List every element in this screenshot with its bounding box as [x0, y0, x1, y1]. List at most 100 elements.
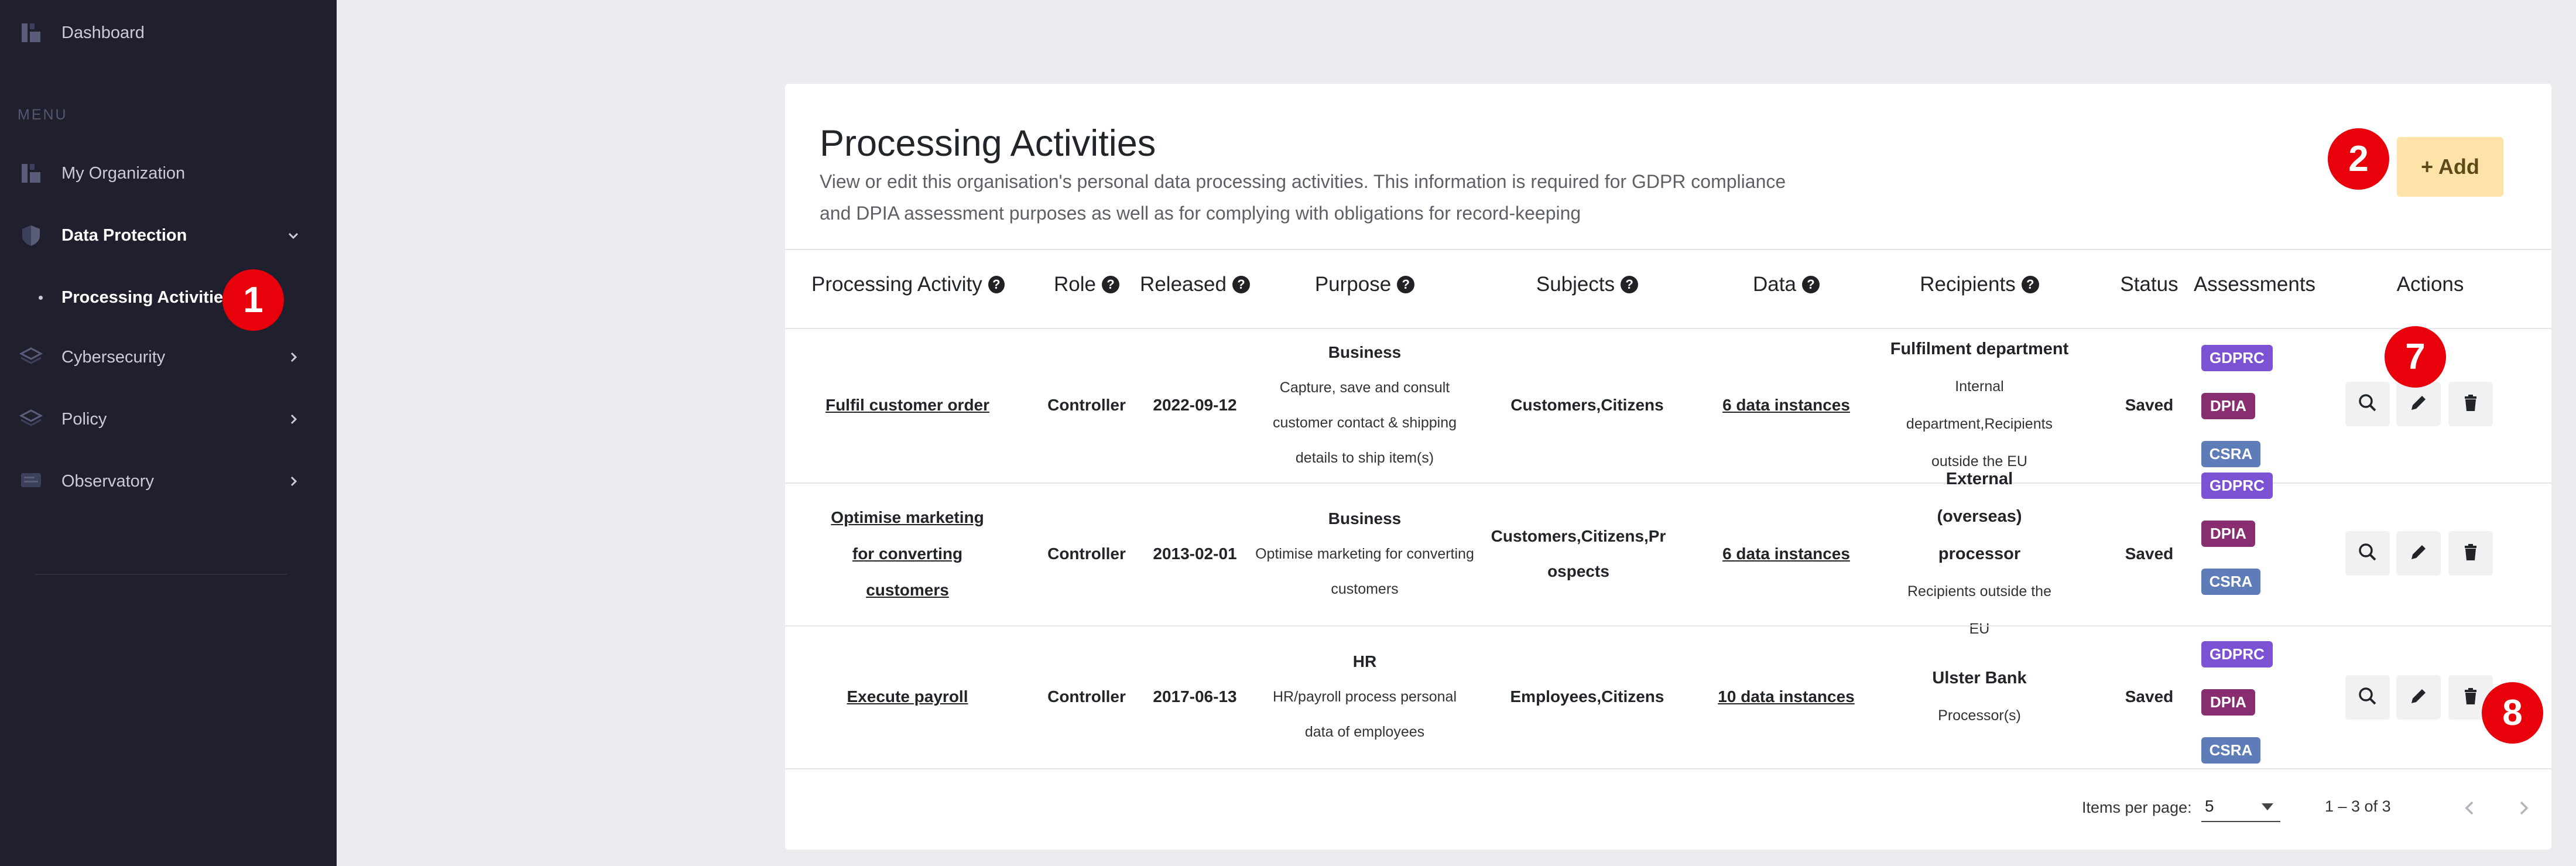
edit-button[interactable] — [2396, 531, 2441, 576]
chevron-right-icon[interactable] — [286, 474, 301, 489]
step-badge-7: 7 — [2385, 326, 2446, 388]
subjects-cell: Customers,Citizens,Prospects — [1488, 482, 1669, 625]
purpose-title: Business — [1328, 509, 1402, 528]
edit-button[interactable] — [2396, 382, 2441, 426]
sidebar-item-policy[interactable]: Policy — [0, 396, 337, 443]
sidebar-item-data-protection[interactable]: Data Protection — [0, 212, 337, 259]
sidebar-item-my-organization[interactable]: My Organization — [0, 150, 337, 197]
subjects-cell: Employees,Citizens — [1476, 625, 1698, 768]
sidebar-item-label: My Organization — [61, 163, 186, 183]
view-button[interactable] — [2345, 382, 2390, 426]
chevron-right-icon[interactable] — [286, 350, 301, 365]
chevron-right-icon[interactable] — [286, 412, 301, 427]
role-value: Controller — [1047, 396, 1126, 414]
column-header-label: Role — [1054, 273, 1096, 296]
released-cell: 2022-09-12 — [1136, 328, 1253, 482]
assessment-dpia-tag[interactable]: DPIA — [2201, 521, 2255, 547]
view-button[interactable] — [2345, 531, 2390, 576]
column-header-role: Role? — [1037, 264, 1136, 305]
recipients-title: Fulfilment department — [1890, 340, 2069, 358]
sidebar-item-observatory[interactable]: Observatory — [0, 458, 337, 505]
assessment-csra-tag[interactable]: CSRA — [2201, 441, 2260, 467]
released-value: 2017-06-13 — [1153, 687, 1237, 706]
add-button[interactable]: + Add — [2397, 137, 2503, 197]
view-button[interactable] — [2345, 675, 2390, 720]
help-icon[interactable]: ? — [1397, 276, 1415, 293]
column-header-recipients: Recipients? — [1874, 264, 2085, 305]
previous-page-button[interactable] — [2455, 795, 2485, 824]
sidebar-item-dashboard[interactable]: Dashboard — [0, 9, 337, 56]
activity-link[interactable]: Optimise marketing for converting custom… — [820, 499, 995, 608]
assessment-csra-tag[interactable]: CSRA — [2201, 569, 2260, 595]
assessment-gdprc-tag[interactable]: GDPRC — [2201, 641, 2273, 668]
status-value: Saved — [2125, 545, 2174, 563]
column-header-label: Recipients — [1920, 273, 2016, 296]
help-icon[interactable]: ? — [1801, 276, 1820, 293]
edit-button[interactable] — [2396, 675, 2441, 720]
status-value: Saved — [2125, 687, 2174, 706]
role-value: Controller — [1047, 687, 1126, 706]
pencil-icon — [2408, 542, 2429, 566]
subjects-value: Employees,Citizens — [1510, 687, 1664, 706]
sidebar-item-label: Policy — [61, 409, 107, 429]
released-value: 2022-09-12 — [1153, 396, 1237, 414]
items-per-page-label: Items per page: — [2082, 799, 2192, 816]
activity-cell: Execute payroll — [820, 625, 995, 768]
help-icon[interactable]: ? — [1621, 276, 1639, 293]
column-header-label: Status — [2120, 273, 2178, 296]
help-icon[interactable]: ? — [988, 276, 1005, 293]
released-cell: 2013-02-01 — [1136, 482, 1253, 625]
chevron-right-icon — [2515, 799, 2532, 820]
items-per-page-value: 5 — [2205, 797, 2214, 815]
purpose-cell: HR HR/payroll process personal data of em… — [1265, 625, 1464, 768]
assessment-gdprc-tag[interactable]: GDPRC — [2201, 345, 2273, 371]
step-badge-2: 2 — [2328, 128, 2389, 190]
purpose-description: Optimise marketing for converting custom… — [1255, 546, 1474, 597]
activity-cell: Optimise marketing for converting custom… — [820, 482, 995, 625]
assessment-csra-tag[interactable]: CSRA — [2201, 737, 2260, 764]
delete-button[interactable] — [2448, 382, 2493, 426]
step-badge-8: 8 — [2482, 682, 2543, 744]
sidebar-subitem-processing-activities[interactable]: Processing Activities — [0, 274, 337, 321]
role-cell: Controller — [1037, 482, 1136, 625]
delete-button[interactable] — [2448, 531, 2493, 576]
purpose-title: Business — [1328, 343, 1402, 361]
recipients-cell: Ulster Bank Processor(s) — [1886, 625, 2073, 768]
purpose-title: HR — [1352, 652, 1377, 670]
assessment-dpia-tag[interactable]: DPIA — [2201, 689, 2255, 716]
column-header-actions: Actions — [2342, 264, 2518, 305]
pencil-icon — [2408, 686, 2429, 710]
column-header-processing-activity: Processing Activity? — [811, 264, 1005, 305]
next-page-button[interactable] — [2509, 795, 2538, 824]
chevron-down-icon[interactable] — [286, 228, 301, 243]
data-instances-link[interactable]: 6 data instances — [1722, 387, 1850, 423]
column-header-label: Purpose — [1314, 273, 1392, 296]
sidebar-item-cybersecurity[interactable]: Cybersecurity — [0, 334, 337, 381]
trash-icon — [2460, 686, 2481, 710]
help-icon[interactable]: ? — [2021, 276, 2039, 293]
purpose-description: Capture, save and consult customer conta… — [1272, 379, 1457, 466]
column-header-label: Data — [1753, 273, 1796, 296]
sidebar-item-label: Cybersecurity — [61, 347, 166, 367]
assessment-dpia-tag[interactable]: DPIA — [2201, 393, 2255, 419]
sidebar-item-label: Dashboard — [61, 23, 145, 42]
status-cell: Saved — [2108, 625, 2190, 768]
page-title: Processing Activities — [820, 123, 1156, 164]
help-icon[interactable]: ? — [1101, 276, 1119, 293]
purpose-cell: Business Capture, save and consult custom… — [1265, 328, 1464, 482]
activity-link[interactable]: Fulfil customer order — [825, 387, 989, 423]
bullet-icon — [39, 295, 43, 300]
activity-cell: Fulfil customer order — [820, 328, 995, 482]
data-instances-link[interactable]: 10 data instances — [1718, 679, 1854, 715]
items-per-page-select[interactable]: 5 — [2201, 792, 2280, 822]
assessment-gdprc-tag[interactable]: GDPRC — [2201, 473, 2273, 499]
search-icon — [2357, 542, 2378, 566]
recipients-description: Processor(s) — [1938, 707, 2021, 724]
column-header-label: Actions — [2396, 273, 2464, 296]
trash-icon — [2460, 542, 2481, 566]
divider — [785, 249, 2551, 250]
activity-link[interactable]: Execute payroll — [847, 679, 968, 715]
data-instances-link[interactable]: 6 data instances — [1722, 536, 1850, 572]
column-header-purpose: Purpose? — [1253, 264, 1476, 305]
help-icon[interactable]: ? — [1232, 276, 1250, 293]
